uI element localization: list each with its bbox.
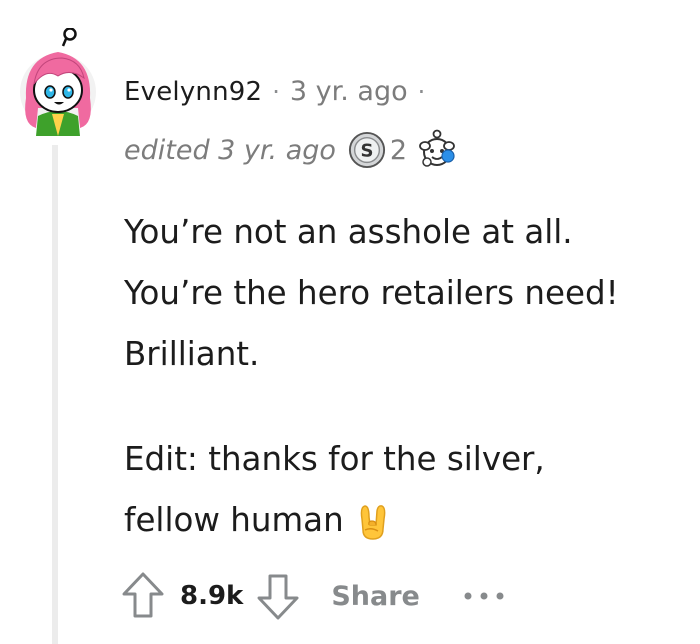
avatar[interactable] — [18, 27, 98, 136]
edited-timestamp: edited 3 yr. ago — [124, 134, 336, 166]
body-line: You’re not an asshole at all. — [124, 213, 573, 251]
body-line: You’re the hero retailers need! — [124, 274, 619, 312]
separator-dot: · — [417, 78, 426, 106]
downvote-icon[interactable] — [255, 570, 301, 622]
silver-award-icon[interactable]: S — [348, 131, 386, 169]
sign-of-the-horns-emoji — [360, 505, 386, 540]
edit-line: Edit: thanks for the silver, — [124, 440, 545, 478]
wholesome-award-icon[interactable] — [415, 128, 459, 172]
more-options-icon[interactable] — [460, 586, 508, 606]
comment-body: You’re not an asshole at all. You’re the… — [124, 202, 694, 551]
edit-line: fellow human — [124, 501, 344, 539]
comment-actions: 8.9k Share — [120, 566, 508, 626]
award-count: 2 — [389, 134, 408, 166]
share-button[interactable]: Share — [331, 581, 420, 612]
timestamp[interactable]: 3 yr. ago — [290, 76, 408, 107]
username-link[interactable]: Evelynn92 — [124, 77, 262, 107]
thread-line[interactable] — [52, 145, 58, 644]
upvote-icon[interactable] — [120, 570, 166, 622]
separator-dot: · — [272, 78, 280, 106]
body-line: Brilliant. — [124, 335, 260, 373]
edited-row: edited 3 yr. ago S 2 — [124, 128, 459, 172]
svg-text:S: S — [360, 141, 373, 162]
comment-header: Evelynn92 · 3 yr. ago · — [124, 76, 435, 107]
vote-score: 8.9k — [180, 581, 244, 611]
edit-line-with-emoji: fellow human — [124, 490, 694, 551]
